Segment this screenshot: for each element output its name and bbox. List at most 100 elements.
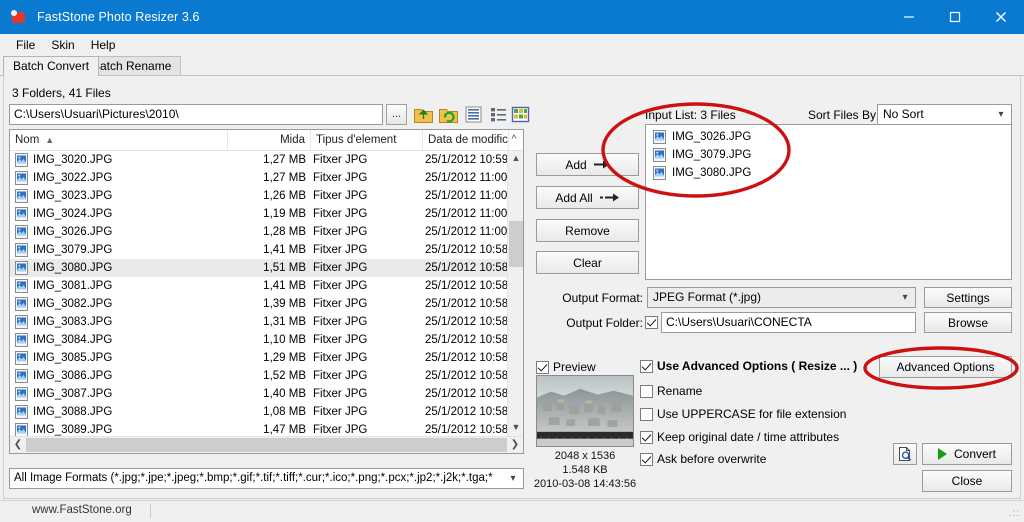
close-icon[interactable] [978,0,1024,34]
table-row[interactable]: IMG_3088.JPG 1,08 MB Fitxer JPG 25/1/2012 1… [10,403,507,421]
scroll-right-icon[interactable]: ❯ [507,437,523,453]
table-row[interactable]: IMG_3086.JPG 1,52 MB Fitxer JPG 25/1/2012 1… [10,367,507,385]
table-row[interactable]: IMG_3085.JPG 1,29 MB Fitxer JPG 25/1/2012 1… [10,349,507,367]
list-view-icon[interactable] [463,104,484,125]
horizontal-scroll-thumb[interactable] [26,438,507,452]
sort-files-by-select[interactable]: No Sort ▾ [877,104,1012,125]
file-size-cell: 1,27 MB [263,172,306,184]
table-row[interactable]: IMG_3023.JPG 1,26 MB Fitxer JPG 25/1/2012 1… [10,187,507,205]
convert-button-label: Convert [953,447,997,461]
table-row[interactable]: IMG_3024.JPG 1,19 MB Fitxer JPG 25/1/2012 1… [10,205,507,223]
scroll-left-icon[interactable]: ❮ [10,437,26,453]
file-date-cell: 25/1/2012 11:00 [425,190,507,202]
app-window: FastStone Photo Resizer 3.6 File Skin He… [0,0,1024,522]
status-bar-text: www.FastStone.org [32,504,132,516]
table-row[interactable]: IMG_3081.JPG 1,41 MB Fitxer JPG 25/1/2012 1… [10,277,507,295]
ask-before-overwrite-checkbox[interactable] [640,453,653,466]
list-item[interactable]: IMG_3080.JPG [646,164,1011,182]
chevron-down-icon[interactable]: ▾ [994,105,1008,124]
file-format-filter-select[interactable]: All Image Formats (*.jpg;*.jpe;*.jpeg;*.… [9,468,524,489]
remove-button[interactable]: Remove [536,219,639,242]
menu-item-file[interactable]: File [8,36,43,54]
output-format-select[interactable]: JPEG Format (*.jpg) ▾ [647,287,916,308]
tab-batch-convert[interactable]: Batch Convert [3,56,100,76]
file-browser-list[interactable]: Nom ▲ Mida Tipus d'element Data de modifi… [9,129,524,454]
clear-button[interactable]: Clear [536,251,639,274]
add-all-button[interactable]: Add All [536,186,639,209]
output-folder-input[interactable]: C:\Users\Usuari\CONECTA [661,312,916,333]
file-type-cell: Fitxer JPG [313,208,368,220]
app-logo-icon [11,9,27,25]
output-folder-checkbox[interactable] [645,316,658,329]
window-controls [886,0,1024,34]
arrow-right-icon [593,158,610,172]
table-row[interactable]: IMG_3083.JPG 1,31 MB Fitxer JPG 25/1/2012 1… [10,313,507,331]
path-input[interactable]: C:\Users\Usuari\Pictures\2010\ [9,104,383,125]
preview-thumbnail[interactable] [536,375,634,447]
vertical-scroll-thumb[interactable] [509,221,523,267]
file-size-cell: 1,27 MB [263,154,306,166]
jpg-file-icon [15,225,28,239]
use-advanced-options-checkbox[interactable] [640,360,653,373]
resize-grip-icon[interactable]: .:: [1009,508,1020,519]
preview-checkbox[interactable] [536,361,549,374]
minimize-icon[interactable] [886,0,932,34]
file-type-cell: Fitxer JPG [313,262,368,274]
preview-filesize: 1.548 KB [562,464,608,476]
input-file-list[interactable]: IMG_3026.JPG IMG_3079.JPG IMG_3080.JPG [645,124,1012,280]
file-date-cell: 25/1/2012 10:58 [425,262,507,274]
convert-button[interactable]: Convert [922,443,1012,465]
column-header-date[interactable]: Data de modificació [423,130,509,150]
list-item[interactable]: IMG_3026.JPG [646,128,1011,146]
preview-magnifier-icon[interactable] [893,443,917,465]
jpg-file-icon [653,166,666,180]
keep-original-date-checkbox[interactable] [640,431,653,444]
jpg-file-icon [15,171,28,185]
uppercase-extension-checkbox[interactable] [640,408,653,421]
add-button[interactable]: Add [536,153,639,176]
up-folder-icon[interactable] [413,104,434,125]
table-row[interactable]: IMG_3079.JPG 1,41 MB Fitxer JPG 25/1/2012 1… [10,241,507,259]
jpg-file-icon [15,207,28,221]
file-list-vertical-scrollbar[interactable]: ▲ ▼ [507,151,523,436]
list-item[interactable]: IMG_3079.JPG [646,146,1011,164]
close-button[interactable]: Close [922,470,1012,492]
table-row[interactable]: IMG_3022.JPG 1,27 MB Fitxer JPG 25/1/2012 1… [10,169,507,187]
file-list-horizontal-scrollbar[interactable]: ❮ ❯ [10,436,523,453]
maximize-icon[interactable] [932,0,978,34]
chevron-down-icon[interactable]: ▾ [898,288,912,307]
column-header-type[interactable]: Tipus d'element [311,130,423,150]
table-row[interactable]: IMG_3080.JPG 1,51 MB Fitxer JPG 25/1/2012 1… [10,259,507,277]
menu-item-help[interactable]: Help [83,36,124,54]
window-title: FastStone Photo Resizer 3.6 [37,10,200,24]
chevron-up-icon[interactable]: ^ [507,130,521,150]
rename-checkbox[interactable] [640,385,653,398]
scroll-down-icon[interactable]: ▼ [508,420,523,436]
file-type-cell: Fitxer JPG [313,226,368,238]
file-name-cell: IMG_3086.JPG [33,370,113,382]
refresh-folder-icon[interactable] [438,104,459,125]
chevron-down-icon[interactable]: ▾ [505,469,521,488]
details-view-icon[interactable] [488,104,509,125]
file-name-cell: IMG_3082.JPG [33,298,113,310]
browse-button[interactable]: Browse [924,312,1012,333]
table-row[interactable]: IMG_3087.JPG 1,40 MB Fitxer JPG 25/1/2012 1… [10,385,507,403]
table-row[interactable]: IMG_3082.JPG 1,39 MB Fitxer JPG 25/1/2012 1… [10,295,507,313]
scroll-up-icon[interactable]: ▲ [508,151,523,167]
column-header-name[interactable]: Nom ▲ [10,130,228,150]
title-bar: FastStone Photo Resizer 3.6 [0,0,1024,34]
table-row[interactable]: IMG_3084.JPG 1,10 MB Fitxer JPG 25/1/2012 1… [10,331,507,349]
column-header-size[interactable]: Mida [228,130,311,150]
file-name-cell: IMG_3080.JPG [33,262,113,274]
table-row[interactable]: IMG_3026.JPG 1,28 MB Fitxer JPG 25/1/2012 1… [10,223,507,241]
table-row[interactable]: IMG_3020.JPG 1,27 MB Fitxer JPG 25/1/2012 1… [10,151,507,169]
table-row[interactable]: IMG_3089.JPG 1,47 MB Fitxer JPG 25/1/2012 1… [10,421,507,436]
advanced-options-button[interactable]: Advanced Options [879,356,1012,378]
thumbnail-view-icon[interactable] [510,104,531,125]
jpg-file-icon [15,243,28,257]
file-name-cell: IMG_3023.JPG [33,190,113,202]
file-type-cell: Fitxer JPG [313,172,368,184]
menu-item-skin[interactable]: Skin [43,36,82,54]
browse-path-button[interactable]: ... [386,104,407,125]
settings-button[interactable]: Settings [924,287,1012,308]
